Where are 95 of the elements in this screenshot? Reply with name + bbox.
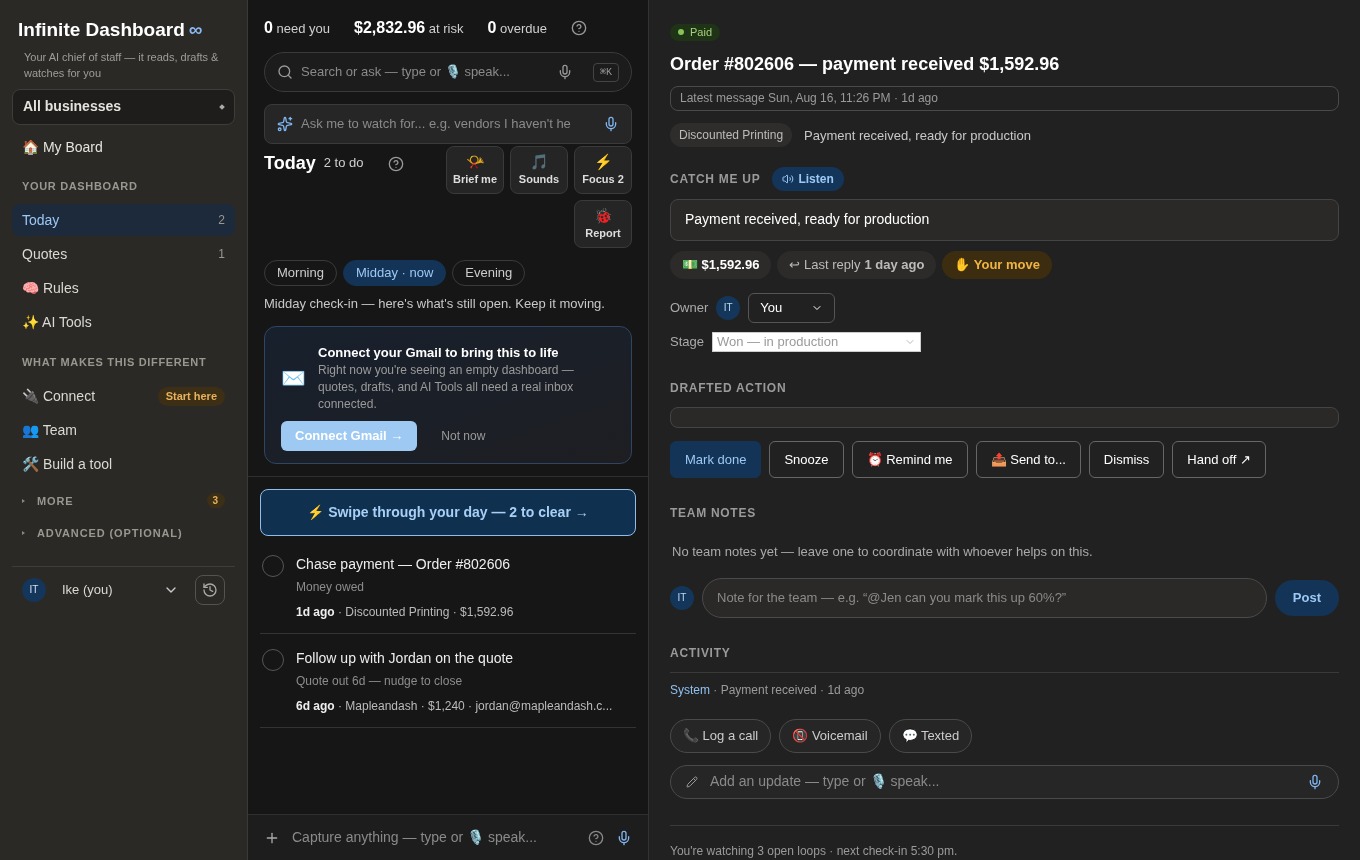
- shortcut-key: ⌘K: [592, 62, 619, 82]
- watch-field[interactable]: Ask me to watch for... e.g. vendors I haven't he: [301, 114, 595, 134]
- sidebar-link[interactable]: 🏠 My Board: [12, 132, 235, 162]
- user-avatar: IT: [670, 585, 694, 610]
- action-button[interactable]: ⏰ Remind me: [851, 441, 968, 479]
- field-label: Owner: [670, 298, 709, 317]
- search-icon: [277, 64, 293, 80]
- section-heading: ACTIVITY: [670, 645, 731, 660]
- collapsible-section[interactable]: ADVANCED (OPTIONAL): [12, 525, 235, 542]
- collapsible-section[interactable]: MORE 3: [12, 492, 235, 509]
- capture-field[interactable]: Capture anything — type or 🎙 speak...: [292, 827, 576, 848]
- activity-entry: System · Payment received · 1d ago: [670, 681, 866, 699]
- update-bar[interactable]: Add an update — type or 🎙 speak...: [670, 764, 1339, 799]
- note-field[interactable]: Note for the team — e.g. “@Jen can you mark this up 60%?”: [702, 577, 1267, 618]
- reply-chip: ↩ Last reply 1 day ago: [777, 250, 937, 279]
- tagline: Your AI chief of staff — it reads, drafts & watches for you: [23, 49, 220, 81]
- speaker-icon: [782, 173, 795, 186]
- sidebar-item[interactable]: 🛠 Build a tool: [12, 448, 235, 481]
- move-chip: ✋ Your move: [942, 250, 1052, 279]
- post-button[interactable]: Post: [1274, 579, 1339, 616]
- microphone-icon[interactable]: [1307, 773, 1323, 790]
- action-button[interactable]: Dismiss: [1088, 441, 1165, 479]
- card-body: Right now you're seeing an empty dashboard — quotes, drafts, and AI Tools all need a real inbox connected.: [318, 362, 575, 413]
- stat: 0 overdue: [487, 18, 547, 38]
- task-subtitle: Quote out 6d — nudge to close: [296, 673, 464, 690]
- user-avatar: IT: [22, 577, 46, 602]
- envelope-icon: ✉: [281, 362, 306, 393]
- help-icon[interactable]: [387, 156, 404, 172]
- footer-text: You're watching 3 open loops · next check-in 5:30 pm.: [670, 843, 959, 860]
- sidebar-item[interactable]: 🔌 Connect Start here: [12, 380, 235, 413]
- help-icon[interactable]: [571, 20, 587, 36]
- stat: $2,832.96 at risk: [354, 18, 464, 38]
- user-name: Ike (you): [62, 580, 114, 599]
- action-button[interactable]: Hand off ↗: [1172, 441, 1266, 479]
- quick-action-button[interactable]: 🐞 Report: [574, 200, 632, 248]
- swipe-button[interactable]: ⚡ Swipe through your day — 2 to clear →: [260, 489, 636, 536]
- sidebar-item[interactable]: 🧠 Rules: [12, 272, 235, 304]
- sidebar-item[interactable]: Quotes 1: [12, 238, 235, 270]
- business-tag: Discounted Printing: [670, 123, 793, 148]
- app-title: Infinite Dashboard: [18, 18, 185, 42]
- empty-notes-text: No team notes yet — leave one to coordinate with whoever helps on this.: [671, 543, 1094, 562]
- sidebar-item[interactable]: ✨ AI Tools: [12, 306, 235, 338]
- task-meta: 6d ago · Mapleandash · $1,240 · jordan@mapleandash.c...: [296, 698, 613, 715]
- amount-chip: 💵 $1,592.96: [670, 250, 772, 279]
- sparkle-icon: [277, 116, 293, 132]
- log-button[interactable]: 📞 Log a call: [670, 718, 772, 753]
- checkin-text: Midday check-in — here's what's still open. Keep it moving.: [264, 295, 606, 313]
- search-bar[interactable]: Search or ask — type or 🎙 speak... ⌘K: [264, 52, 632, 92]
- owner-avatar: IT: [716, 295, 741, 320]
- history-icon: [202, 581, 218, 598]
- sidebar-item[interactable]: 👥 Team: [12, 414, 235, 447]
- field-label: Stage: [670, 332, 704, 351]
- update-field[interactable]: Add an update — type or 🎙 speak...: [710, 771, 1295, 793]
- caret-icon: [219, 103, 225, 110]
- order-title: Order #802606 — payment received $1,592.96: [670, 52, 1061, 76]
- owner-select[interactable]: You: [748, 292, 836, 323]
- pencil-icon: [686, 775, 698, 788]
- capture-bar[interactable]: Capture anything — type or 🎙 speak...: [248, 814, 648, 860]
- microphone-icon[interactable]: [616, 829, 632, 846]
- todo-count: 2 to do: [323, 154, 364, 172]
- not-now-button[interactable]: Not now: [433, 427, 494, 445]
- section-title: Today: [264, 152, 316, 175]
- watch-bar[interactable]: Ask me to watch for... e.g. vendors I haven't he: [264, 104, 632, 144]
- section-heading: YOUR DASHBOARD: [21, 178, 139, 194]
- task-meta: 1d ago · Discounted Printing · $1,592.96: [296, 604, 514, 621]
- action-button[interactable]: Snooze: [769, 441, 844, 479]
- stat: 0 need you: [264, 18, 330, 38]
- listen-button[interactable]: Listen: [772, 167, 844, 192]
- task-title: Chase payment — Order #802606: [296, 555, 511, 574]
- period-tab[interactable]: Midday · now: [342, 260, 447, 286]
- summary-box: Payment received, ready for production: [670, 199, 1339, 241]
- action-button[interactable]: 📤 Send to...: [975, 441, 1081, 479]
- latest-message-bar: Latest message Sun, Aug 16, 11:26 PM · 1d ago: [670, 85, 1339, 112]
- section-heading: TEAM NOTES: [670, 506, 756, 521]
- section-heading: DRAFTED ACTION: [670, 380, 787, 395]
- help-icon[interactable]: [588, 829, 604, 846]
- quick-action-button[interactable]: 🎵 Sounds: [510, 146, 568, 194]
- quick-action-button[interactable]: ⚡ Focus 2: [574, 146, 632, 194]
- infinity-mark: ∞: [188, 18, 203, 42]
- sidebar-item[interactable]: Today 2: [12, 204, 235, 236]
- quick-action-button[interactable]: 📯 Brief me: [446, 146, 504, 194]
- task-title: Follow up with Jordan on the quote: [296, 649, 515, 668]
- section-heading: WHAT MAKES THIS DIFFERENT: [21, 355, 208, 370]
- status-badge: Paid: [670, 24, 721, 41]
- microphone-icon[interactable]: [603, 116, 619, 132]
- history-button[interactable]: [195, 574, 225, 605]
- business-select[interactable]: All businesses: [12, 88, 235, 125]
- task-subtitle: Money owed: [296, 579, 366, 596]
- section-heading: CATCH ME UP: [670, 171, 761, 189]
- summary-line: Payment received, ready for production: [804, 126, 1031, 145]
- log-button[interactable]: 📵 Voicemail: [779, 718, 881, 753]
- search-field[interactable]: Search or ask — type or 🎙 speak...: [301, 62, 549, 82]
- drafted-action-field[interactable]: [670, 406, 1339, 429]
- action-button[interactable]: Mark done: [670, 441, 762, 479]
- card-title: Connect your Gmail to bring this to life: [318, 343, 560, 362]
